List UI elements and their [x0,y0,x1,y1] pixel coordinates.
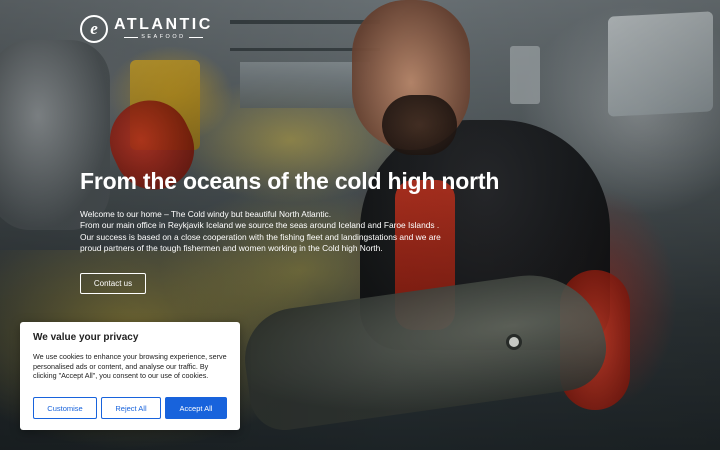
cookie-title: We value your privacy [33,332,139,343]
intro-line: From our main office in Reykjavik Icelan… [80,220,440,231]
cookie-actions: Customise Reject All Accept All [33,397,227,419]
reject-all-button[interactable]: Reject All [101,397,161,419]
cookie-description: We use cookies to enhance your browsing … [33,352,227,381]
logo-name: ATLANTIC [114,16,213,33]
intro-line: Our success is based on a close cooperat… [80,231,441,242]
hero-intro: Welcome to our home – The Cold windy but… [80,209,480,255]
logo-circle-icon: e [80,15,108,43]
contact-us-button[interactable]: Contact us [80,273,146,294]
cookie-consent-banner: We value your privacy We use cookies to … [20,322,240,430]
intro-line: proud partners of the tough fishermen an… [80,243,383,254]
hero-headline: From the oceans of the cold high north [80,168,500,194]
logo-wordmark: ATLANTIC SEAFOOD [114,17,213,41]
customise-button[interactable]: Customise [33,397,97,419]
intro-line: Welcome to our home – The Cold windy but… [80,209,332,219]
accept-all-button[interactable]: Accept All [165,397,227,419]
logo-subtitle: SEAFOOD [124,33,202,41]
atlantic-seafood-logo[interactable]: e ATLANTIC SEAFOOD [80,15,213,43]
